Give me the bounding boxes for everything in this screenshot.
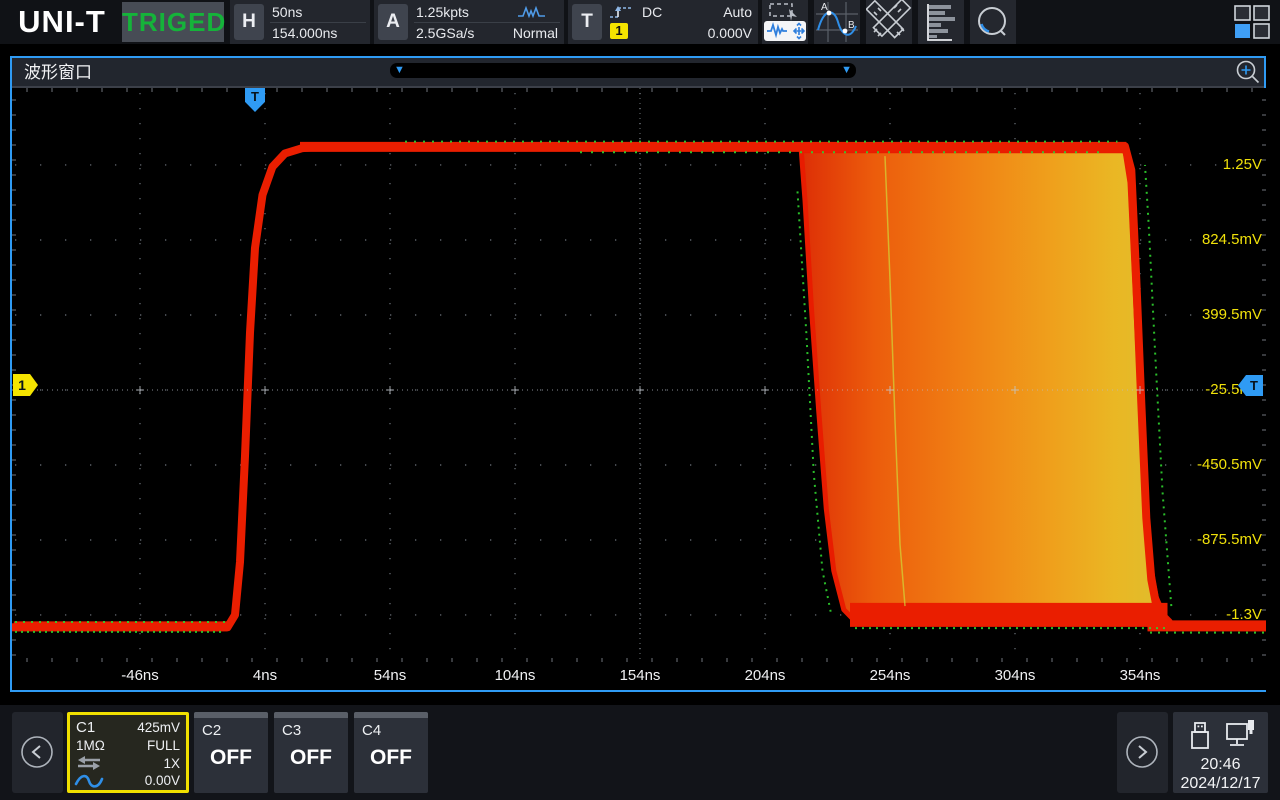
usb-host-icon <box>1225 718 1257 757</box>
sine-wave-icon <box>74 772 104 795</box>
channel4-state: OFF <box>354 746 428 770</box>
horizontal-position-scrollbar[interactable]: ▼ ▼ <box>390 63 856 78</box>
x-tick-label: 354ns <box>1098 667 1182 684</box>
channel1-bandwidth: FULL <box>147 737 180 755</box>
horizontal-key-label: H <box>234 4 264 40</box>
active-quadrant <box>1235 24 1250 38</box>
trigger-level-value: 0.000V <box>708 24 752 42</box>
waveform-window-titlebar: 波形窗口 ▼ ▼ <box>12 58 1264 88</box>
channel1-probe: 1X <box>163 755 180 773</box>
bottom-bar: C1 425mV 1MΩ FULL 1X 0.00V C2 OFF C <box>0 705 1280 800</box>
trigger-sweep-value: Auto <box>723 3 752 21</box>
y-tick-label: -1.3V <box>1162 606 1262 624</box>
channel3-panel[interactable]: C3 OFF <box>274 712 348 793</box>
top-toolbar: UNI-T TRIGED H 50ns 154.000ns A 1.25kpts… <box>0 0 1280 44</box>
memory-depth-value: 1.25kpts <box>416 3 469 21</box>
panel-scroll-right-button[interactable] <box>1117 712 1168 793</box>
horizontal-section[interactable]: H 50ns 154.000ns <box>230 0 370 44</box>
clock-date: 2024/12/17 <box>1173 775 1268 793</box>
panel-scroll-left-button[interactable] <box>12 712 63 793</box>
channel3-state: OFF <box>274 746 348 770</box>
clock-panel[interactable]: 20:46 2024/12/17 <box>1173 712 1268 793</box>
channel2-panel[interactable]: C2 OFF <box>194 712 268 793</box>
acquire-waveform-icon <box>516 4 550 25</box>
chevron-left-icon <box>33 746 40 758</box>
channel1-scale: 425mV <box>137 719 180 737</box>
trigger-section[interactable]: T DC Auto 1 0.000V <box>568 0 758 44</box>
window-title: 波形窗口 <box>24 61 92 85</box>
channel1-offset: 0.00V <box>145 772 180 790</box>
x-tick-label: 54ns <box>348 667 432 684</box>
y-tick-label: -875.5mV <box>1162 531 1262 549</box>
x-tick-label: -46ns <box>98 667 182 684</box>
channel1-impedance: 1MΩ <box>76 737 105 755</box>
svg-text:B: B <box>848 20 855 31</box>
horizontal-delay-value: 154.000ns <box>272 24 337 42</box>
y-tick-label: 399.5mV <box>1162 306 1262 324</box>
uni-t-logo: UNI-T <box>6 2 118 42</box>
x-axis-row: -46ns 4ns 54ns 104ns 154ns 204ns 254ns 3… <box>12 662 1266 690</box>
search-circle-button[interactable] <box>970 0 1016 44</box>
x-tick-label: 304ns <box>973 667 1057 684</box>
scrollbar-right-arrow-icon[interactable]: ▼ <box>841 64 852 77</box>
cursor-select-button[interactable] <box>762 0 808 44</box>
ruler-measure-button[interactable] <box>866 0 912 44</box>
channel2-name: C2 <box>202 722 221 739</box>
waveform-svg <box>12 88 1266 662</box>
scrollbar-left-arrow-icon[interactable]: ▼ <box>394 64 405 77</box>
x-tick-label: 104ns <box>473 667 557 684</box>
svg-text:A: A <box>821 2 828 13</box>
x-tick-label: 4ns <box>223 667 307 684</box>
acquire-section[interactable]: A 1.25kpts 2.5GSa/s Normal <box>374 0 564 44</box>
trigger-coupling-value: DC <box>642 3 662 21</box>
x-tick-label: 204ns <box>723 667 807 684</box>
trigger-status-badge: TRIGED <box>122 2 224 42</box>
x-tick-label: 254ns <box>848 667 932 684</box>
y-tick-label: -450.5mV <box>1162 456 1262 474</box>
panel-strip <box>354 712 428 718</box>
divider <box>270 22 366 23</box>
sample-rate-value: 2.5GSa/s <box>416 24 474 42</box>
trigger-key-label: T <box>572 4 602 40</box>
cursor-arrow-icon <box>789 9 797 21</box>
panel-strip <box>194 712 268 718</box>
channel1-panel[interactable]: C1 425mV 1MΩ FULL 1X 0.00V <box>67 712 189 793</box>
channel4-name: C4 <box>362 722 381 739</box>
trigger-source-badge: 1 <box>610 23 628 39</box>
acquire-mode-value: Normal <box>513 24 558 42</box>
panel-strip <box>274 712 348 718</box>
chevron-right-icon <box>1139 746 1146 758</box>
x-tick-label: 154ns <box>598 667 682 684</box>
waveform-plot-area[interactable] <box>12 88 1266 662</box>
channel4-panel[interactable]: C4 OFF <box>354 712 428 793</box>
channel1-name: C1 <box>76 719 95 737</box>
clock-time: 20:46 <box>1173 756 1268 774</box>
y-tick-label: 824.5mV <box>1162 231 1262 249</box>
timebase-value: 50ns <box>272 3 302 21</box>
window-layout-button[interactable] <box>1230 2 1274 42</box>
plus-glyph <box>1242 66 1251 75</box>
acquire-key-label: A <box>378 4 408 40</box>
zoom-in-button[interactable] <box>1234 58 1262 91</box>
histogram-button[interactable] <box>918 0 964 44</box>
usb-device-icon <box>1187 720 1213 757</box>
select-rect-icon <box>770 4 792 16</box>
channel3-name: C3 <box>282 722 301 739</box>
channel2-state: OFF <box>194 746 268 770</box>
y-tick-label: 1.25V <box>1162 156 1262 174</box>
measure-ab-button[interactable]: A B <box>814 0 860 44</box>
oscilloscope-screen: UNI-T TRIGED H 50ns 154.000ns A 1.25kpts… <box>0 0 1280 800</box>
